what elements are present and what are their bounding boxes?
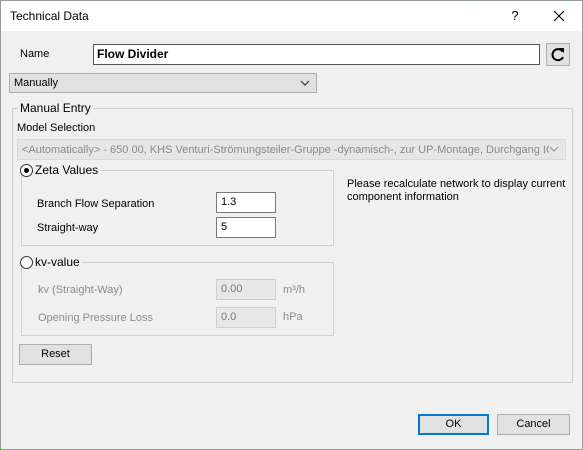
info-text-line1: Please recalculate network to display cu… [347,178,566,190]
help-button[interactable]: ? [505,4,525,28]
kv-value-radio[interactable] [20,256,33,269]
manual-entry-title: Manual Entry [18,101,93,115]
entry-mode-value: Manually [14,77,59,89]
model-selection-select[interactable]: <Automatically> - 650 00, KHS Venturi-St… [17,139,566,160]
zeta-values-radio[interactable] [20,164,33,177]
refresh-button[interactable] [546,43,570,66]
kv-unit-label: m³/h [283,284,305,296]
entry-mode-select[interactable]: Manually [9,73,317,93]
model-selection-value: <Automatically> - 650 00, KHS Venturi-St… [22,144,555,156]
close-button[interactable] [547,4,571,28]
straight-way-input[interactable]: 5 [216,217,276,238]
reset-button[interactable]: Reset [19,344,92,365]
pressure-unit-label: hPa [283,311,303,323]
branch-flow-input[interactable]: 1.3 [216,192,276,213]
chevron-down-icon [300,80,310,86]
zeta-values-title: Zeta Values [33,163,101,177]
window-title: Technical Data [10,9,89,23]
opening-pressure-label: Opening Pressure Loss [38,312,153,324]
refresh-icon [551,48,564,62]
title-bar: Technical Data ? [1,1,582,31]
name-label: Name [20,48,50,60]
name-input[interactable]: Flow Divider [93,44,540,65]
kv-value-group [21,262,334,336]
info-text-line2: component information [347,191,459,203]
ok-button[interactable]: OK [418,414,489,435]
cancel-button[interactable]: Cancel [497,414,570,435]
straight-way-label: Straight-way [37,222,99,234]
chevron-down-icon [549,143,559,155]
close-icon [553,10,565,22]
kv-straight-input[interactable]: 0.00 [216,279,276,300]
kv-value-title: kv-value [33,255,82,269]
opening-pressure-input[interactable]: 0.0 [216,307,276,328]
branch-flow-label: Branch Flow Separation [37,198,155,210]
kv-straight-label: kv (Straight-Way) [38,284,123,296]
model-selection-label: Model Selection [17,122,96,134]
